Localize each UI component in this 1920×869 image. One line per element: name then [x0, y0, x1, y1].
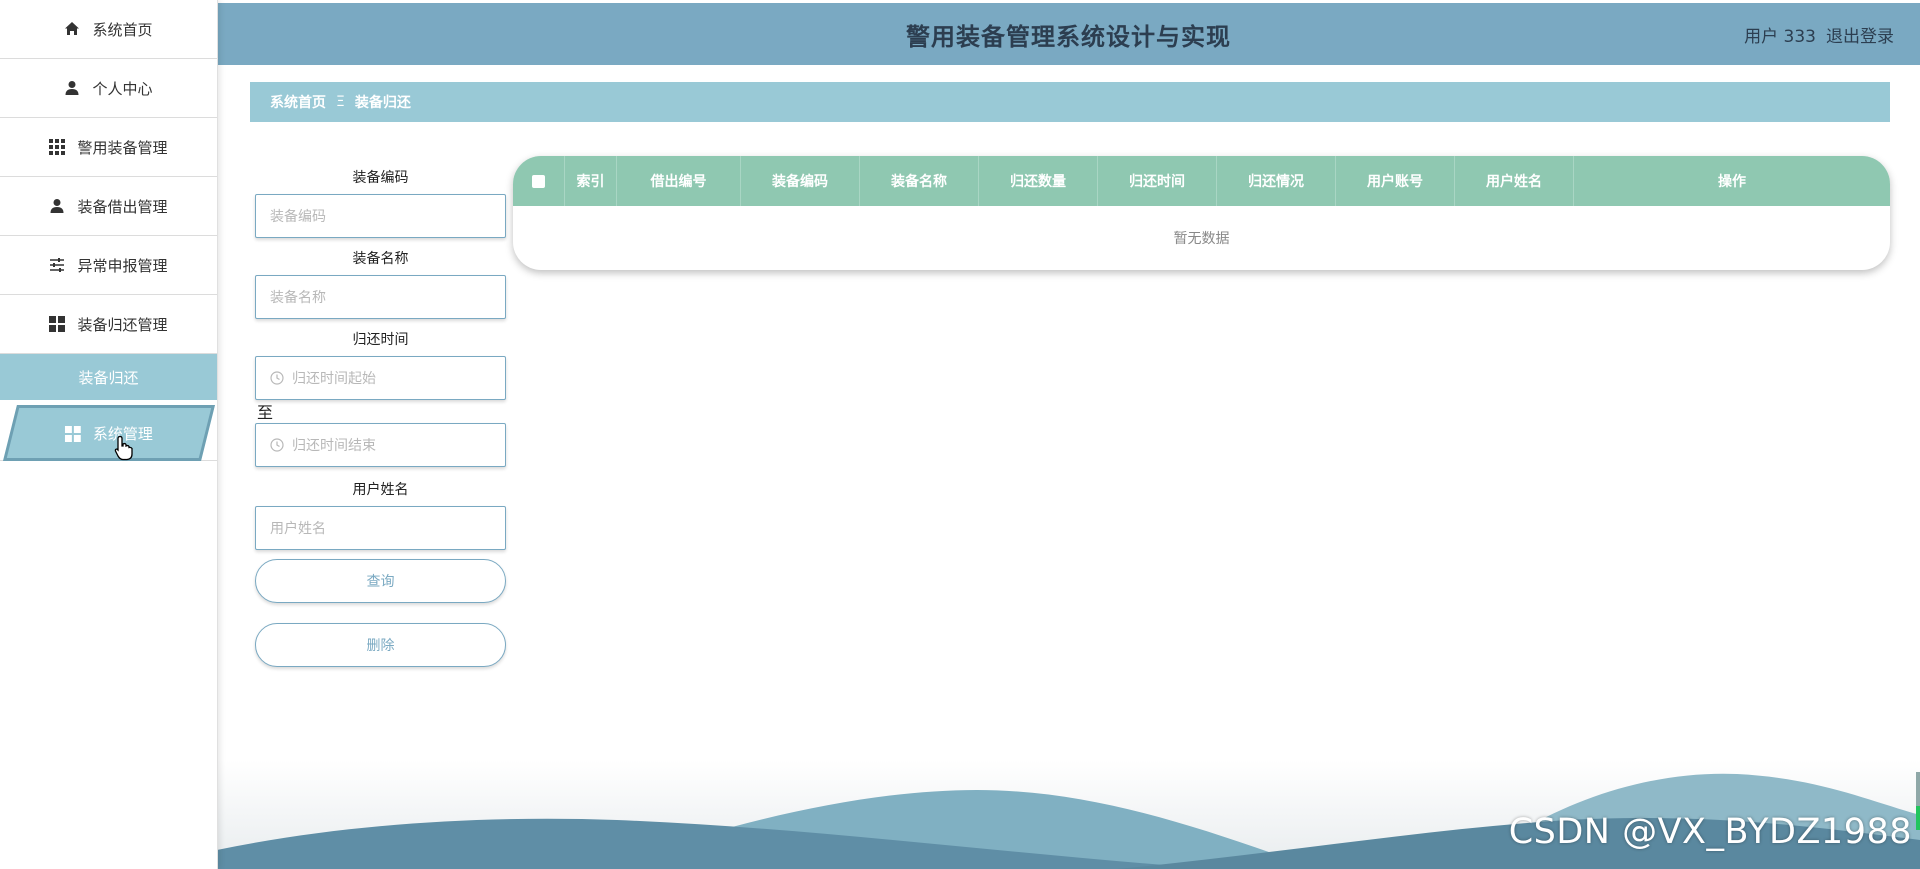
clock-icon: [270, 438, 284, 452]
sidebar-item-label: 个人中心: [92, 79, 153, 98]
hand-cursor-icon: [114, 435, 133, 461]
sidebar-item-label: 装备归还管理: [77, 315, 168, 334]
empty-state: 暂无数据: [1173, 231, 1230, 247]
watermark: CSDN @VX_BYDZ1988: [1508, 812, 1912, 852]
sidebar-item-return[interactable]: 装备归还管理: [0, 295, 217, 354]
apps-icon: [49, 316, 66, 332]
logout-link[interactable]: 退出登录: [1826, 22, 1894, 47]
sidebar-item-label: 异常申报管理: [77, 256, 168, 275]
user-area: 用户 333 退出登录: [1734, 3, 1894, 65]
scrollbar-thumb[interactable]: [1916, 806, 1920, 830]
column-header[interactable]: 归还情况: [1217, 156, 1336, 206]
table-header: 索引 借出编号 装备编码 装备名称 归还数量 归还时间 归还情况 用户账号 用户…: [513, 156, 1890, 206]
sidebar-item-profile[interactable]: 个人中心: [0, 59, 217, 118]
sidebar-item-label: 警用装备管理: [77, 138, 168, 157]
home-icon: [64, 21, 80, 37]
column-header[interactable]: 用户姓名: [1455, 156, 1574, 206]
time-end-input[interactable]: 归还时间结束: [255, 423, 506, 467]
breadcrumb-current: 装备归还: [354, 95, 411, 111]
sidebar-item-equipment[interactable]: 警用装备管理: [0, 118, 217, 177]
sidebar-item-label: 系统首页: [92, 20, 153, 39]
sidebar-item-home[interactable]: 系统首页: [0, 0, 217, 59]
column-header[interactable]: 装备名称: [860, 156, 979, 206]
time-end-placeholder: 归还时间结束: [292, 438, 376, 454]
to-label: 至: [257, 403, 274, 422]
apps-icon: [64, 425, 81, 441]
code-label: 装备编码: [352, 170, 409, 186]
sidebar-subitem-return[interactable]: 装备归还: [0, 354, 217, 400]
code-input-placeholder: 装备编码: [270, 209, 326, 225]
name-input-placeholder: 装备名称: [270, 290, 326, 306]
breadcrumb-separator: Ξ: [336, 94, 345, 110]
user-icon: [49, 198, 65, 214]
column-header[interactable]: 归还数量: [979, 156, 1098, 206]
sidebar: 系统首页 个人中心 警用装备管理 装备借出管理 异常申报管理 装备归还管理 装备…: [0, 0, 218, 869]
breadcrumb: 系统首页 Ξ 装备归还: [250, 82, 1890, 122]
username-input-placeholder: 用户姓名: [270, 521, 326, 537]
time-label: 归还时间: [352, 332, 409, 348]
sidebar-item-label: 装备借出管理: [77, 197, 168, 216]
grid-icon: [49, 139, 66, 155]
column-header[interactable]: 借出编号: [617, 156, 741, 206]
username-label: 用户姓名: [352, 482, 409, 498]
data-table: 索引 借出编号 装备编码 装备名称 归还数量 归还时间 归还情况 用户账号 用户…: [513, 156, 1890, 270]
time-start-input[interactable]: 归还时间起始: [255, 356, 506, 400]
search-form: 装备编码 装备编码 装备名称 装备名称 归还时间 归还时间起始 至 归还时间结束…: [255, 160, 506, 667]
query-button[interactable]: 查询: [255, 559, 506, 603]
select-all-checkbox[interactable]: [532, 174, 545, 188]
top-header: 警用装备管理系统设计与实现 用户 333 退出登录: [217, 3, 1920, 65]
column-header[interactable]: 用户账号: [1336, 156, 1455, 206]
code-input[interactable]: 装备编码: [255, 194, 506, 238]
sidebar-item-system-wrapper: 系统管理: [0, 400, 217, 461]
time-start-placeholder: 归还时间起始: [292, 371, 376, 387]
name-input[interactable]: 装备名称: [255, 275, 506, 319]
sidebar-item-system[interactable]: 系统管理: [3, 405, 215, 461]
breadcrumb-home[interactable]: 系统首页: [270, 92, 326, 112]
sliders-icon: [49, 257, 65, 273]
user-name: 用户 333: [1744, 26, 1816, 47]
column-header[interactable]: 装备编码: [741, 156, 860, 206]
name-label: 装备名称: [352, 251, 409, 267]
column-header[interactable]: 归还时间: [1098, 156, 1217, 206]
clock-icon: [270, 371, 284, 385]
column-header[interactable]: 索引: [565, 156, 617, 206]
scrollbar[interactable]: [1916, 772, 1920, 830]
delete-button[interactable]: 删除: [255, 623, 506, 667]
username-input[interactable]: 用户姓名: [255, 506, 506, 550]
sidebar-item-anomaly[interactable]: 异常申报管理: [0, 236, 217, 295]
select-all-cell: [513, 156, 565, 206]
sidebar-item-lending[interactable]: 装备借出管理: [0, 177, 217, 236]
page-title: 警用装备管理系统设计与实现: [906, 22, 1231, 51]
user-icon: [64, 80, 80, 96]
column-header: 操作: [1718, 174, 1746, 190]
